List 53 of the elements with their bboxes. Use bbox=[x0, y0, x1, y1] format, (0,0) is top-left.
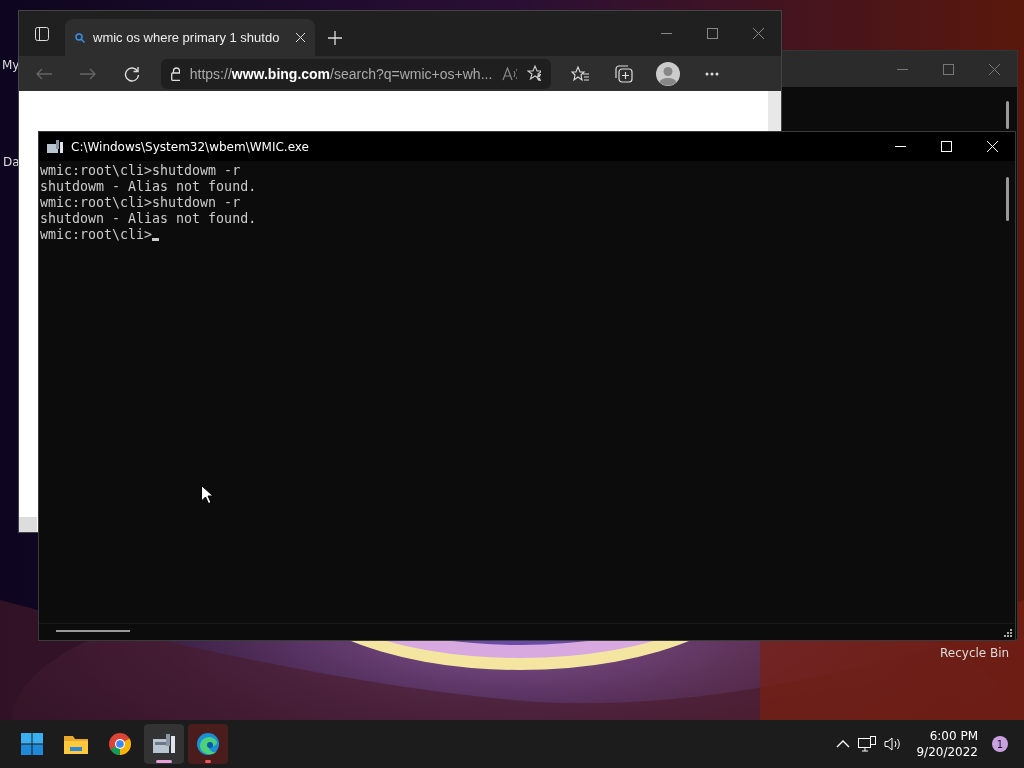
avatar-icon bbox=[656, 61, 680, 86]
refresh-icon bbox=[124, 65, 140, 82]
console-line: shutdowm - Alias not found. bbox=[40, 179, 257, 195]
windows-logo-icon bbox=[21, 733, 43, 755]
mouse-pointer-icon bbox=[201, 485, 213, 504]
maximize-icon bbox=[706, 28, 718, 39]
address-bar[interactable]: https://www.bing.com/search?q=wmic+os+wh... bbox=[161, 58, 551, 89]
notification-badge[interactable]: 1 bbox=[992, 736, 1008, 752]
console-app-icon bbox=[47, 139, 63, 154]
taskbar-app-button[interactable] bbox=[188, 724, 228, 764]
plus-icon bbox=[328, 30, 342, 45]
scrollbar-thumb[interactable] bbox=[1006, 177, 1009, 221]
search-icon bbox=[75, 32, 85, 43]
maximize-icon bbox=[940, 141, 952, 152]
tab-actions-icon bbox=[35, 26, 49, 41]
chrome-icon bbox=[109, 733, 131, 755]
scrollbar-thumb[interactable] bbox=[56, 630, 130, 632]
resize-grip-icon[interactable] bbox=[1004, 629, 1013, 638]
favorites-icon bbox=[571, 65, 589, 82]
clock-date: 9/20/2022 bbox=[916, 744, 978, 760]
clock[interactable]: 6:00 PM 9/20/2022 bbox=[916, 728, 978, 760]
scrollbar-thumb[interactable] bbox=[1006, 101, 1009, 129]
console-line: shutdown - Alias not found. bbox=[40, 211, 257, 227]
clock-time: 6:00 PM bbox=[929, 728, 978, 744]
close-icon[interactable] bbox=[296, 33, 305, 42]
window-title: C:\Windows\System32\wbem\WMIC.exe bbox=[71, 139, 310, 154]
close-icon bbox=[986, 141, 998, 152]
collections-icon bbox=[615, 64, 633, 83]
browser-tab[interactable]: wmic os where primary 1 shutdo bbox=[65, 19, 315, 56]
console-app-icon bbox=[152, 733, 176, 755]
add-favorite-icon[interactable] bbox=[526, 65, 541, 82]
read-aloud-icon[interactable] bbox=[502, 66, 517, 81]
folder-icon bbox=[64, 734, 88, 754]
network-icon[interactable] bbox=[858, 736, 877, 752]
close-icon bbox=[752, 28, 764, 39]
console-line: wmic:root\cli>shutdowm -r bbox=[40, 163, 241, 179]
text-cursor bbox=[152, 238, 160, 241]
taskbar-app-button[interactable] bbox=[144, 724, 184, 764]
scrollbar[interactable] bbox=[19, 517, 37, 532]
chevron-up-icon[interactable] bbox=[836, 740, 851, 748]
forward-arrow-icon bbox=[80, 67, 96, 80]
console-line: wmic:root\cli>shutdown -r bbox=[40, 195, 241, 211]
console-line: wmic:root\cli> bbox=[40, 227, 153, 243]
more-icon bbox=[705, 71, 719, 76]
back-arrow-icon bbox=[36, 67, 52, 80]
desktop-icon-label: Recycle Bin bbox=[940, 646, 1010, 660]
scrollbar[interactable] bbox=[768, 91, 781, 131]
lock-icon bbox=[171, 66, 180, 81]
close-icon bbox=[988, 63, 1000, 75]
desktop-icon-label: My bbox=[2, 58, 20, 72]
edge-icon bbox=[197, 733, 219, 755]
volume-icon[interactable] bbox=[884, 736, 903, 752]
maximize-icon bbox=[942, 63, 954, 75]
